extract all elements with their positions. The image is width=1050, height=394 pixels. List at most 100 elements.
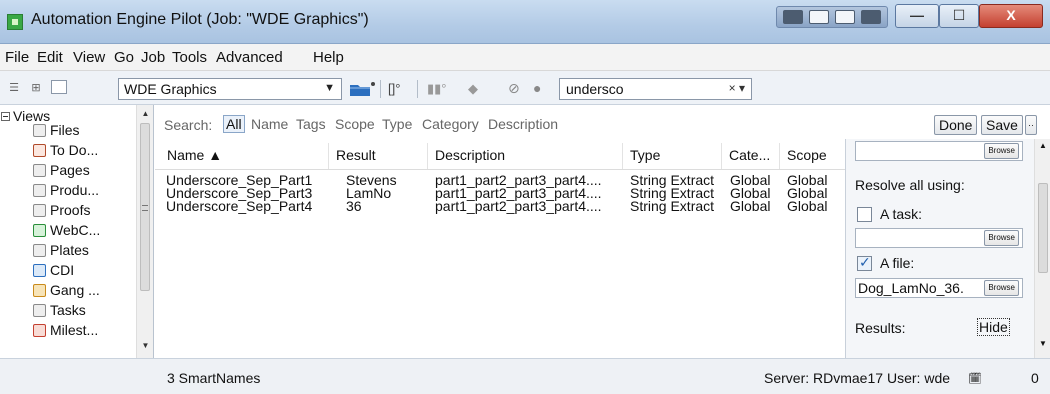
user-status: User: wde: [887, 370, 951, 386]
file-field-value: Dog_LamNo_36.: [858, 280, 964, 296]
stop-icon[interactable]: ⊘: [508, 80, 520, 97]
done-button[interactable]: Done: [934, 115, 978, 135]
tool-icon[interactable]: [809, 10, 829, 24]
menu-advanced[interactable]: Advanced: [216, 49, 283, 66]
products-icon: [33, 184, 46, 197]
save-button[interactable]: Save: [981, 115, 1023, 135]
scroll-thumb[interactable]: [1038, 183, 1048, 273]
menu-tools[interactable]: Tools: [172, 49, 207, 66]
filter-category[interactable]: Category: [422, 116, 479, 132]
panel-view-icon[interactable]: [51, 80, 67, 94]
proofs-icon: [33, 204, 46, 217]
app-icon: [7, 14, 23, 30]
hide-button[interactable]: Hide: [977, 318, 1010, 336]
open-folder-icon[interactable]: [348, 80, 376, 98]
scroll-down-icon[interactable]: ▼: [1039, 339, 1047, 348]
filter-tags[interactable]: Tags: [296, 116, 326, 132]
sidebar-item-gang[interactable]: Gang ...: [33, 282, 100, 298]
task-field[interactable]: Browse: [855, 228, 1023, 248]
status-icon[interactable]: ●: [533, 80, 541, 96]
webcenter-icon: [33, 224, 46, 237]
filter-scope[interactable]: Scope: [335, 116, 375, 132]
browse-button[interactable]: Browse: [984, 143, 1019, 159]
menu-job[interactable]: Job: [141, 49, 165, 66]
table-cell-result[interactable]: 36: [346, 199, 362, 213]
file-checkbox[interactable]: [857, 254, 872, 271]
todo-icon: [33, 144, 46, 157]
brackets-icon[interactable]: []°: [388, 81, 400, 96]
sidebar-item-plates[interactable]: Plates: [33, 242, 89, 258]
table-cell-type[interactable]: String Extract: [630, 199, 714, 213]
task-checkbox[interactable]: [857, 207, 872, 222]
tasks-icon: [33, 304, 46, 317]
sidebar-item-todo[interactable]: To Do...: [33, 142, 98, 158]
column-header-result[interactable]: Result: [336, 147, 376, 163]
filter-value: undersco: [566, 81, 624, 97]
search-label: Search:: [164, 117, 213, 133]
tag-icon[interactable]: ▮▮°: [427, 81, 447, 97]
filter-description[interactable]: Description: [488, 116, 558, 132]
table-cell-category[interactable]: Global: [730, 199, 770, 213]
resolve-panel-scrollbar[interactable]: ▲ ▼: [1034, 139, 1050, 358]
scroll-down-icon[interactable]: ▼: [137, 341, 153, 350]
chevron-down-icon: ▼: [324, 82, 335, 94]
sidebar-item-tasks[interactable]: Tasks: [33, 302, 86, 318]
column-header-scope[interactable]: Scope: [787, 147, 827, 163]
menu-view[interactable]: View: [73, 49, 105, 66]
tool-icon[interactable]: [783, 10, 803, 24]
table-cell-scope[interactable]: Global: [787, 199, 827, 213]
clear-filter-icon[interactable]: × ▾: [729, 81, 745, 95]
sidebar-item-webcenter[interactable]: WebC...: [33, 222, 100, 238]
list-view-icon[interactable]: ☰: [6, 81, 22, 95]
file-icon: [33, 124, 46, 137]
tool-icon[interactable]: [835, 10, 855, 24]
search-filter-bar: Search: All Name Tags Scope Type Categor…: [155, 105, 1050, 139]
table-cell-name[interactable]: Underscore_Sep_Part4: [166, 199, 312, 213]
filter-type[interactable]: Type: [382, 116, 412, 132]
browse-button[interactable]: Browse: [984, 280, 1019, 296]
browse-button[interactable]: Browse: [984, 230, 1019, 246]
menu-edit[interactable]: Edit: [37, 49, 63, 66]
views-scrollbar[interactable]: ▲ ▼: [136, 105, 153, 358]
column-header-type[interactable]: Type: [630, 147, 660, 163]
menu-go[interactable]: Go: [114, 49, 134, 66]
task-label: A task:: [880, 206, 923, 222]
minimize-button[interactable]: —: [895, 4, 939, 28]
menu-file[interactable]: File: [5, 49, 29, 66]
path-field[interactable]: Browse: [855, 141, 1023, 161]
more-button[interactable]: ··: [1025, 115, 1037, 135]
smartnames-table: Name ▲ Result Description Type Cate... S…: [155, 139, 845, 358]
filter-input[interactable]: undersco × ▾: [559, 78, 752, 100]
maximize-button[interactable]: ☐: [939, 4, 979, 28]
sidebar-item-pages[interactable]: Pages: [33, 162, 90, 178]
tool-icon[interactable]: [861, 10, 881, 24]
job-selector[interactable]: WDE Graphics ▼: [118, 78, 342, 100]
status-bar: 3 SmartNames Server: RDvmae17 User: wde …: [0, 358, 1050, 394]
filter-all[interactable]: All: [223, 115, 245, 133]
sidebar-item-milestones[interactable]: Milest...: [33, 322, 98, 338]
job-selector-value: WDE Graphics: [124, 81, 217, 97]
sidebar-item-proofs[interactable]: Proofs: [33, 202, 90, 218]
filter-name[interactable]: Name: [251, 116, 288, 132]
notification-icon[interactable]: 🗓: [968, 372, 982, 385]
plates-icon: [33, 244, 46, 257]
column-header-name[interactable]: Name ▲: [167, 147, 222, 163]
resolve-panel: Browse Resolve all using: A task: Browse…: [845, 139, 1050, 358]
table-cell-description[interactable]: part1_part2_part3_part4....: [435, 199, 602, 213]
notification-count: 0: [1031, 370, 1039, 386]
title-toolbar: [776, 6, 888, 28]
scroll-up-icon[interactable]: ▲: [1039, 141, 1047, 150]
sidebar-item-products[interactable]: Produ...: [33, 182, 99, 198]
close-button[interactable]: X: [979, 4, 1043, 28]
smartnames-count: 3 SmartNames: [167, 370, 261, 386]
grid-view-icon[interactable]: ⊞: [28, 81, 44, 95]
pages-icon: [33, 164, 46, 177]
sidebar-item-cdi[interactable]: CDI: [33, 262, 74, 278]
column-header-category[interactable]: Cate...: [729, 147, 770, 163]
sidebar-item-files[interactable]: Files: [33, 122, 80, 138]
column-header-description[interactable]: Description: [435, 147, 505, 163]
menu-help[interactable]: Help: [313, 49, 344, 66]
file-field[interactable]: Dog_LamNo_36. Browse: [855, 278, 1023, 298]
scroll-up-icon[interactable]: ▲: [137, 109, 153, 118]
label-icon[interactable]: ◆: [468, 81, 478, 97]
